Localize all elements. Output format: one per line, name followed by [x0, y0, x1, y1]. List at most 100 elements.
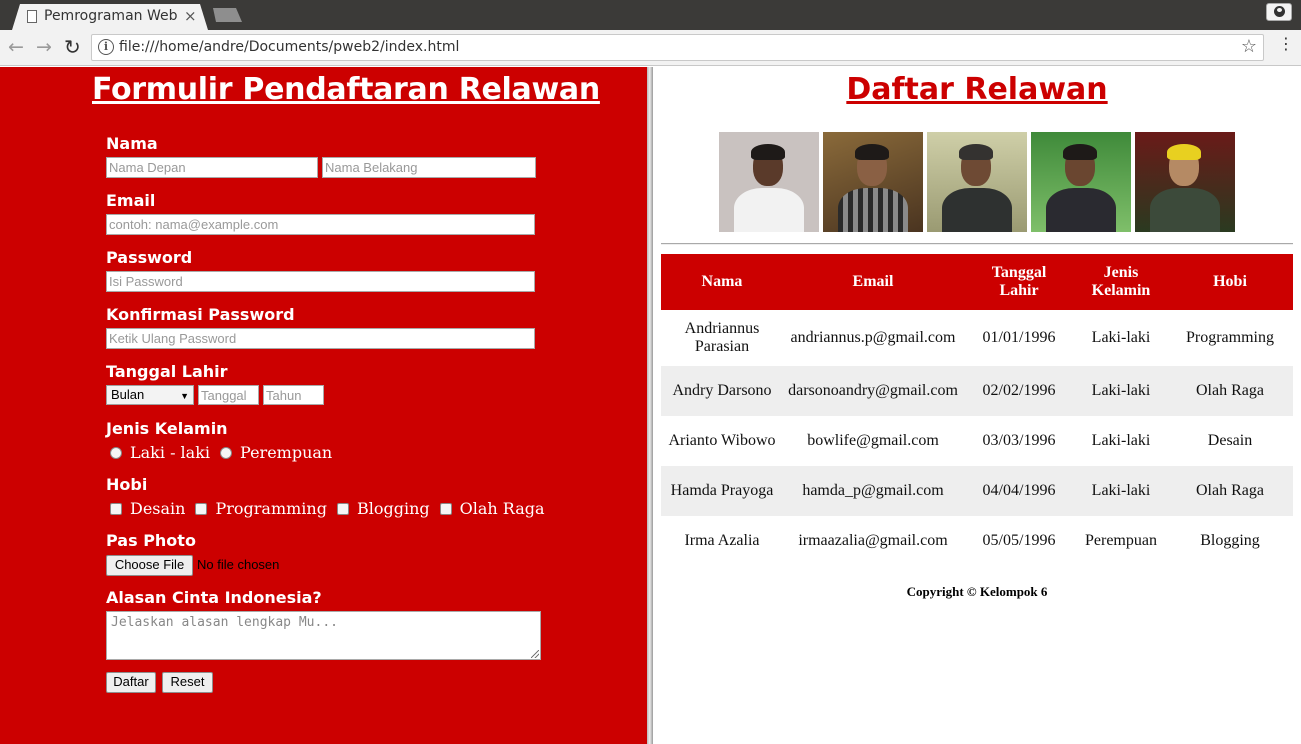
gender-options: Laki - laki Perempuan — [110, 443, 342, 462]
arrow-left-icon[interactable]: ← — [8, 36, 24, 58]
choose-file-button[interactable]: Choose File — [106, 555, 193, 576]
hobi-options: Desain Programming Blogging Olah Raga — [110, 499, 555, 518]
cell-tanggal-lahir: 04/04/1996 — [963, 466, 1075, 516]
no-file-text: No file chosen — [197, 557, 280, 572]
email-label: Email — [106, 191, 156, 210]
copyright-text: Copyright © Kelompok 6 — [906, 584, 1048, 599]
cell-nama: Arianto Wibowo — [668, 432, 776, 449]
nama-belakang-input[interactable]: Nama Belakang — [322, 157, 536, 178]
cell-hobi: Programming — [1186, 329, 1274, 346]
resize-handle[interactable] — [531, 650, 539, 658]
user-icon — [1274, 6, 1285, 17]
nama-label: Nama — [106, 134, 158, 153]
registration-form-pane: Formulir Pendaftaran Relawan Nama Nama D… — [0, 67, 647, 744]
tab-close-icon[interactable]: × — [184, 7, 197, 25]
photo-andriannus — [719, 132, 819, 232]
nama-depan-input[interactable]: Nama Depan — [106, 157, 318, 178]
cell-nama: Andriannus Parasian — [684, 320, 760, 355]
column-header: Nama — [661, 254, 783, 310]
cell-hobi: Blogging — [1200, 532, 1260, 549]
konfirmasi-password-label: Konfirmasi Password — [106, 305, 295, 324]
list-title: Daftar Relawan — [846, 72, 1108, 107]
column-header: Hobi — [1167, 254, 1293, 310]
checkbox-blogging[interactable] — [336, 502, 349, 515]
column-header: Email — [783, 254, 963, 310]
cell-email: bowlife@gmail.com — [807, 432, 939, 449]
url-text[interactable]: file:///home/andre/Documents/pweb2/index… — [119, 39, 459, 55]
document-icon — [27, 10, 37, 23]
reload-icon[interactable]: ↻ — [64, 36, 81, 58]
radio-laki-laki[interactable] — [110, 446, 122, 459]
cell-nama: Hamda Prayoga — [661, 466, 783, 516]
radio-perempuan[interactable] — [220, 446, 233, 459]
kebab-menu-icon[interactable]: ⋮ — [1278, 36, 1294, 52]
cell-jenis-kelamin: Laki-laki — [1075, 466, 1167, 516]
tahun-input[interactable]: Tahun — [263, 385, 324, 405]
browser-tab[interactable]: Pemrograman Web × — [12, 4, 208, 30]
table-row: Andriannus Parasian andriannus.p@gmail.co… — [661, 310, 1293, 366]
volunteer-table: Nama Email Tanggal Lahir Jenis Kelamin Hob… — [661, 254, 1293, 566]
password-input[interactable]: Isi Password — [106, 271, 535, 292]
arrow-right-icon[interactable]: → — [36, 36, 52, 58]
pas-photo-label: Pas Photo — [106, 531, 196, 550]
cell-nama: Andry Darsono — [661, 366, 783, 416]
cell-jenis-kelamin: Laki-laki — [1091, 329, 1151, 346]
hobi-option-label: Blogging — [356, 499, 430, 518]
info-icon[interactable]: i — [98, 39, 114, 55]
bulan-select[interactable]: Bulan ▼ — [106, 385, 194, 405]
hobi-option-label: Desain — [130, 499, 186, 518]
cell-jenis-kelamin: Laki-laki — [1075, 366, 1167, 416]
table-row: Arianto Wibowo bowlife@gmail.com 03/03/1… — [661, 416, 1293, 466]
column-header: Jenis Kelamin — [1075, 254, 1167, 310]
cell-tanggal-lahir: 05/05/1996 — [982, 532, 1056, 549]
horizontal-rule — [661, 243, 1293, 245]
checkbox-desain[interactable] — [110, 502, 122, 515]
cell-tanggal-lahir: 03/03/1996 — [982, 432, 1056, 449]
photo-irma — [1135, 132, 1235, 232]
column-header: Tanggal Lahir — [963, 254, 1075, 310]
photo-andry — [823, 132, 923, 232]
table-row: Andry Darsono darsonoandry@gmail.com 02/… — [661, 366, 1293, 416]
browser-titlebar: Pemrograman Web × — [0, 0, 1301, 30]
cell-hobi: Olah Raga — [1167, 466, 1293, 516]
tanggal-input[interactable]: Tanggal — [198, 385, 259, 405]
daftar-button[interactable]: Daftar — [106, 672, 156, 693]
volunteer-list-pane: Daftar Relawan Nama Email Tanggal Lahir J… — [653, 67, 1301, 744]
tab-title: Pemrograman Web — [44, 8, 178, 24]
star-icon[interactable]: ☆ — [1241, 36, 1257, 57]
address-bar[interactable]: i file:///home/andre/Documents/pweb2/ind… — [91, 34, 1264, 61]
cell-nama: Irma Azalia — [684, 532, 760, 549]
cell-jenis-kelamin: Perempuan — [1085, 532, 1157, 549]
email-input[interactable]: contoh: nama@example.com — [106, 214, 535, 235]
cell-email: irmaazalia@gmail.com — [798, 532, 948, 549]
tanggal-lahir-label: Tanggal Lahir — [106, 362, 228, 381]
hobi-label: Hobi — [106, 475, 148, 494]
new-tab-button[interactable] — [213, 8, 242, 22]
cell-email: darsonoandry@gmail.com — [783, 366, 963, 416]
hobi-option-label: Olah Raga — [459, 499, 545, 518]
alasan-textarea[interactable]: Jelaskan alasan lengkap Mu... — [106, 611, 541, 660]
cell-jenis-kelamin: Laki-laki — [1091, 432, 1151, 449]
table-row: Irma Azalia irmaazalia@gmail.com 05/05/1… — [661, 516, 1293, 566]
password-label: Password — [106, 248, 193, 267]
photo-arianto — [927, 132, 1027, 232]
gender-option-label: Laki - laki — [130, 443, 211, 462]
cell-hobi: Desain — [1207, 432, 1253, 449]
bulan-select-value: Bulan — [111, 387, 145, 402]
reset-button[interactable]: Reset — [162, 672, 213, 693]
konfirmasi-password-input[interactable]: Ketik Ulang Password — [106, 328, 535, 349]
cell-email: hamda_p@gmail.com — [783, 466, 963, 516]
cell-email: andriannus.p@gmail.com — [790, 329, 956, 346]
browser-toolbar: ← → ↻ i file:///home/andre/Documents/pwe… — [0, 30, 1301, 66]
cell-tanggal-lahir: 02/02/1996 — [963, 366, 1075, 416]
photo-hamda — [1031, 132, 1131, 232]
alasan-label: Alasan Cinta Indonesia? — [106, 588, 322, 607]
checkbox-olah-raga[interactable] — [439, 502, 452, 515]
cell-hobi: Olah Raga — [1167, 366, 1293, 416]
table-header-row: Nama Email Tanggal Lahir Jenis Kelamin Hob… — [661, 254, 1293, 310]
jenis-kelamin-label: Jenis Kelamin — [106, 419, 228, 438]
gender-option-label: Perempuan — [240, 443, 333, 462]
profile-button[interactable] — [1266, 3, 1292, 21]
form-title: Formulir Pendaftaran Relawan — [92, 72, 600, 107]
checkbox-programming[interactable] — [195, 502, 208, 515]
